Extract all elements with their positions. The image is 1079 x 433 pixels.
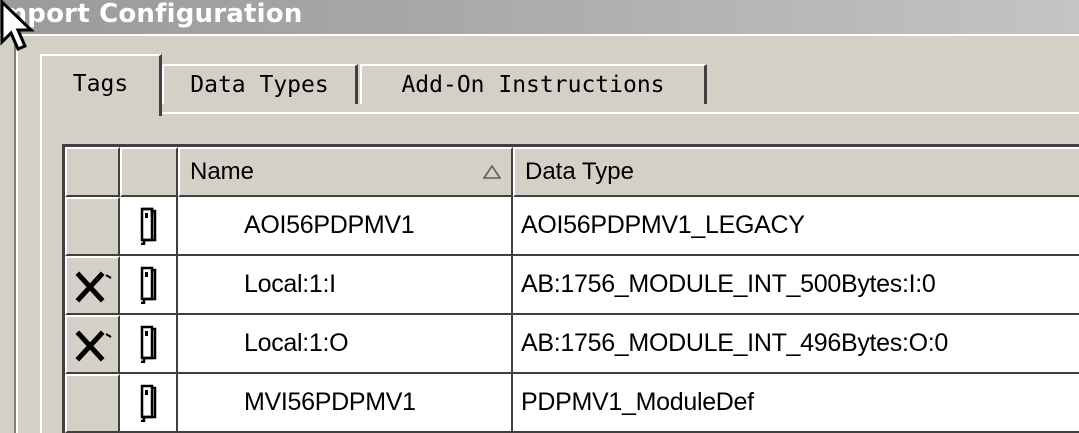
sort-ascending-icon bbox=[483, 165, 501, 179]
tag-name-cell[interactable]: Local:1:I bbox=[178, 256, 513, 315]
tab-panel-border-left bbox=[40, 114, 42, 433]
tag-data-type: AB:1756_MODULE_INT_500Bytes:I:0 bbox=[521, 270, 936, 298]
dialog-frame-highlight bbox=[16, 38, 18, 433]
title-bar: mport Configuration bbox=[0, 0, 1079, 34]
header-corner-cell bbox=[65, 147, 120, 197]
row-icon-cell bbox=[120, 197, 178, 256]
tab-tags-label: Tags bbox=[72, 71, 129, 97]
tag-name-cell[interactable]: MVI56PDPMV1 bbox=[178, 374, 513, 433]
tag-data-type: AB:1756_MODULE_INT_496Bytes:O:0 bbox=[521, 329, 949, 357]
tag-icon bbox=[140, 266, 157, 304]
row-selector[interactable] bbox=[65, 197, 120, 256]
column-header-name-label: Name bbox=[190, 158, 255, 185]
title-separator bbox=[0, 34, 1079, 36]
tab-panel-border bbox=[158, 112, 1079, 114]
delete-icon bbox=[74, 329, 112, 362]
tag-name-cell[interactable]: Local:1:O bbox=[178, 315, 513, 374]
row-icon-cell bbox=[120, 374, 178, 433]
data-type-cell[interactable]: AOI56PDPMV1_LEGACY bbox=[513, 197, 1079, 256]
row-selector[interactable] bbox=[65, 374, 120, 433]
data-type-cell[interactable]: PDPMV1_ModuleDef bbox=[513, 374, 1079, 433]
tag-data-type: AOI56PDPMV1_LEGACY bbox=[521, 211, 805, 239]
row-icon-cell bbox=[120, 256, 178, 315]
tag-name: Local:1:O bbox=[244, 329, 349, 357]
delete-icon bbox=[74, 270, 112, 303]
row-icon-cell bbox=[120, 315, 178, 374]
tab-add-on-instructions[interactable]: Add-On Instructions bbox=[360, 64, 707, 104]
tag-name: Local:1:I bbox=[244, 270, 336, 298]
tag-icon bbox=[140, 325, 157, 363]
column-header-name[interactable]: Name bbox=[178, 147, 513, 197]
header-icon-column bbox=[120, 147, 178, 197]
tag-data-type: PDPMV1_ModuleDef bbox=[521, 388, 754, 416]
tab-add-on-instructions-label: Add-On Instructions bbox=[401, 72, 665, 98]
mouse-pointer-icon bbox=[0, 0, 35, 51]
data-type-cell[interactable]: AB:1756_MODULE_INT_500Bytes:I:0 bbox=[513, 256, 1079, 315]
row-selector[interactable] bbox=[65, 315, 120, 374]
tag-name: AOI56PDPMV1 bbox=[244, 211, 415, 239]
row-selector[interactable] bbox=[65, 256, 120, 315]
tab-data-types-label: Data Types bbox=[190, 72, 329, 98]
tab-tags[interactable]: Tags bbox=[40, 54, 162, 116]
window-title: mport Configuration bbox=[0, 0, 303, 29]
column-header-data-type-label: Data Type bbox=[525, 158, 634, 185]
column-header-data-type[interactable]: Data Type bbox=[513, 147, 1079, 197]
tag-name-cell[interactable]: AOI56PDPMV1 bbox=[178, 197, 513, 256]
tag-icon bbox=[140, 384, 157, 422]
tag-icon bbox=[140, 207, 157, 245]
tag-name: MVI56PDPMV1 bbox=[244, 388, 416, 416]
tab-data-types[interactable]: Data Types bbox=[162, 64, 358, 104]
data-type-cell[interactable]: AB:1756_MODULE_INT_496Bytes:O:0 bbox=[513, 315, 1079, 374]
tags-grid[interactable]: Name Data Type AOI56PDPMV1 AOI56PDPMV1_L… bbox=[62, 144, 1079, 433]
